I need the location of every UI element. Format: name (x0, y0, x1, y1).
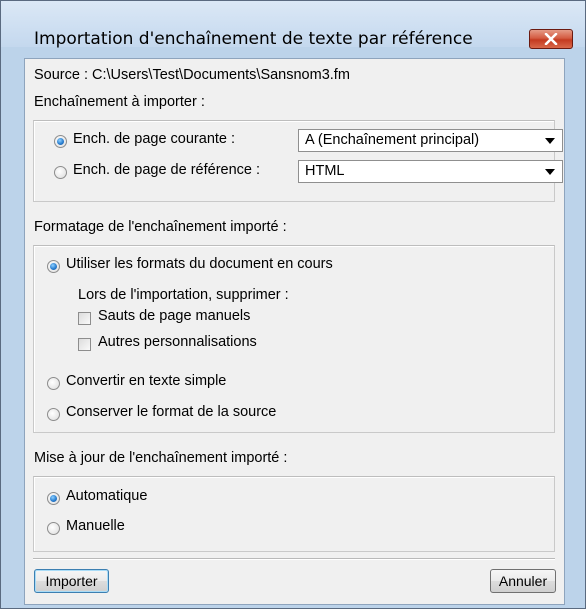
automatic-update-radio[interactable] (47, 492, 60, 505)
other-overrides-label[interactable]: Autres personnalisations (98, 334, 257, 350)
radio-selected-dot (50, 263, 57, 270)
button-separator (33, 558, 555, 560)
format-section-group: Utiliser les formats du document en cour… (33, 245, 555, 433)
manual-page-breaks-checkbox[interactable] (78, 312, 91, 325)
radio-selected-dot (50, 495, 57, 502)
window-title: Importation d'enchaînement de texte par … (34, 29, 473, 49)
manual-update-label[interactable]: Manuelle (66, 518, 125, 534)
current-page-flow-select[interactable]: A (Enchaînement principal) (298, 129, 563, 152)
flow-section-group: Ench. de page courante : A (Enchaînement… (33, 120, 563, 202)
close-button[interactable] (529, 29, 573, 49)
plain-text-radio[interactable] (47, 377, 60, 390)
dialog-window: Importation d'enchaînement de texte par … (0, 0, 586, 609)
source-label: Source : (34, 67, 88, 83)
current-page-flow-label[interactable]: Ench. de page courante : (73, 131, 235, 147)
update-section-group: Automatique Manuelle (33, 476, 555, 552)
use-doc-formats-label[interactable]: Utiliser les formats du document en cour… (66, 256, 333, 272)
format-section-heading: Formatage de l'enchaînement importé : (34, 219, 287, 235)
cancel-button[interactable]: Annuler (490, 569, 556, 593)
keep-source-format-radio[interactable] (47, 408, 60, 421)
reference-page-flow-radio[interactable] (54, 166, 67, 179)
title-bar[interactable]: Importation d'enchaînement de texte par … (1, 1, 585, 49)
current-page-flow-value: A (Enchaînement principal) (305, 132, 480, 148)
plain-text-label[interactable]: Convertir en texte simple (66, 373, 226, 389)
current-page-flow-radio[interactable] (54, 135, 67, 148)
import-button[interactable]: Importer (34, 569, 109, 593)
source-line: Source : C:\Users\Test\Documents\Sansnom… (34, 67, 350, 83)
remove-on-import-label: Lors de l'importation, supprimer : (78, 287, 289, 303)
automatic-update-label[interactable]: Automatique (66, 488, 147, 504)
chevron-down-icon (545, 138, 555, 144)
flow-section-heading: Enchaînement à importer : (34, 94, 205, 110)
close-icon (544, 33, 558, 45)
manual-page-breaks-label[interactable]: Sauts de page manuels (98, 308, 250, 324)
reference-page-flow-select[interactable]: HTML (298, 160, 563, 183)
dialog-body: Source : C:\Users\Test\Documents\Sansnom… (24, 58, 565, 605)
other-overrides-checkbox[interactable] (78, 338, 91, 351)
chevron-down-icon (545, 169, 555, 175)
use-doc-formats-radio[interactable] (47, 260, 60, 273)
reference-page-flow-value: HTML (305, 163, 345, 179)
update-section-heading: Mise à jour de l'enchaînement importé : (34, 450, 288, 466)
reference-page-flow-label[interactable]: Ench. de page de référence : (73, 162, 260, 178)
keep-source-format-label[interactable]: Conserver le format de la source (66, 404, 276, 420)
radio-selected-dot (57, 138, 64, 145)
manual-update-radio[interactable] (47, 522, 60, 535)
source-path: C:\Users\Test\Documents\Sansnom3.fm (92, 67, 350, 83)
